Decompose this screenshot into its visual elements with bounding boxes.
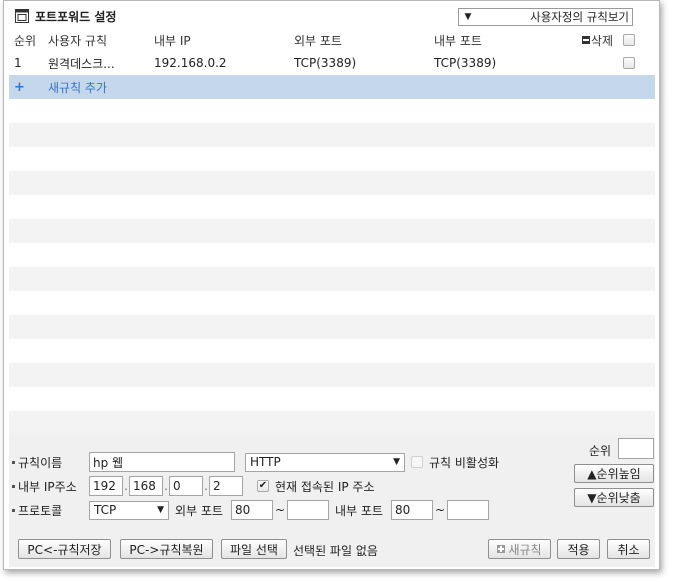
col-rule-header: 사용자 규칙 xyxy=(48,33,108,48)
protocol-label: 프로토콜 xyxy=(18,503,63,518)
external-port-to-input[interactable] xyxy=(287,500,329,520)
lower-order-button[interactable]: ▼순위낮춤 xyxy=(574,488,654,507)
title-bar: 포트포워드 설정 ▼ 사용자정의 규칙보기 xyxy=(9,5,655,27)
row-inner-ip: 192.168.0.2 xyxy=(154,56,227,70)
internal-port-from-input[interactable] xyxy=(391,500,433,520)
ip-octet-3-input[interactable] xyxy=(169,476,203,496)
add-rule-row[interactable]: + 새규칙 추가 xyxy=(9,75,655,99)
bullet-icon xyxy=(12,508,15,512)
save-to-pc-button[interactable]: PC<-규칙저장 xyxy=(18,539,111,559)
rule-name-row: 규칙이름 HTTP ▼ 규칙 비활성화 xyxy=(9,452,499,472)
bullet-icon xyxy=(12,484,15,488)
add-icon: + xyxy=(14,79,25,95)
delete-label: 삭제 xyxy=(590,33,613,48)
window-icon xyxy=(15,9,29,23)
external-port-from-input[interactable] xyxy=(231,500,273,520)
empty-row xyxy=(9,243,655,267)
page-title: 포트포워드 설정 xyxy=(35,9,117,24)
row-delete-checkbox[interactable] xyxy=(623,57,635,69)
dropdown-arrow-icon: ▼ xyxy=(464,12,472,22)
ip-octet-2-input[interactable] xyxy=(129,476,163,496)
raise-order-button[interactable]: ▲순위높임 xyxy=(574,464,654,483)
rule-edit-form: 규칙이름 HTTP ▼ 규칙 비활성화 내부 IP주소 . . . xyxy=(9,434,655,567)
rule-view-select[interactable]: ▼ 사용자정의 규칙보기 xyxy=(458,8,633,26)
service-select[interactable]: HTTP ▼ xyxy=(245,452,405,472)
dropdown-arrow-icon: ▼ xyxy=(157,505,164,515)
col-inner-ip-header: 내부 IP xyxy=(154,33,191,48)
port-forward-panel: 포트포워드 설정 ▼ 사용자정의 규칙보기 순위 사용자 규칙 내부 IP 외부… xyxy=(3,0,660,570)
add-rule-label: 새규칙 추가 xyxy=(48,80,108,95)
internal-port-to-input[interactable] xyxy=(447,500,489,520)
order-input[interactable] xyxy=(618,438,654,459)
empty-row xyxy=(9,363,655,387)
protocol-select[interactable]: TCP ▼ xyxy=(89,500,169,520)
empty-row xyxy=(9,411,655,434)
list-header: 순위 사용자 규칙 내부 IP 외부 포트 내부 포트 삭제 xyxy=(9,29,655,51)
empty-row xyxy=(9,291,655,315)
row-order: 1 xyxy=(14,56,22,70)
rule-name-input[interactable] xyxy=(89,452,235,472)
row-rule: 원격데스크... xyxy=(48,56,115,71)
current-ip-label: 현재 접속된 IP 주소 xyxy=(275,479,375,494)
ip-octet-1-input[interactable] xyxy=(89,476,123,496)
col-order-header: 순위 xyxy=(14,33,37,48)
empty-row xyxy=(9,315,655,339)
empty-row xyxy=(9,219,655,243)
add-rule-icon xyxy=(497,545,506,553)
row-external-port: TCP(3389) xyxy=(294,56,357,70)
col-external-port-header: 외부 포트 xyxy=(294,33,342,48)
table-row[interactable]: 1 원격데스크... 192.168.0.2 TCP(3389) TCP(338… xyxy=(9,51,655,75)
protocol-select-value: TCP xyxy=(94,503,117,517)
row-internal-port: TCP(3389) xyxy=(434,56,497,70)
select-all-checkbox[interactable] xyxy=(623,34,635,46)
empty-row xyxy=(9,171,655,195)
rule-list: 순위 사용자 규칙 내부 IP 외부 포트 내부 포트 삭제 1 원격데스크..… xyxy=(9,29,655,434)
new-rule-label: 새규칙 xyxy=(508,542,542,557)
order-label: 순위 xyxy=(589,444,612,458)
file-status: 선택된 파일 없음 xyxy=(293,544,378,558)
empty-row xyxy=(9,147,655,171)
empty-row xyxy=(9,99,655,123)
rule-name-label: 규칙이름 xyxy=(18,455,63,470)
service-select-value: HTTP xyxy=(250,455,281,469)
empty-row xyxy=(9,123,655,147)
file-select-button[interactable]: 파일 선택 xyxy=(221,539,287,559)
delete-minus-icon xyxy=(581,36,590,44)
empty-row xyxy=(9,339,655,363)
row-delete-cell xyxy=(561,57,655,69)
inner-ip-row: 내부 IP주소 . . . ✔ 현재 접속된 IP 주소 xyxy=(9,476,375,496)
empty-row xyxy=(9,267,655,291)
col-internal-port-header: 내부 포트 xyxy=(434,33,482,48)
inner-ip-label: 내부 IP주소 xyxy=(18,479,77,494)
range-tilde: ~ xyxy=(434,503,446,517)
new-rule-button[interactable]: 새규칙 xyxy=(488,539,551,559)
bullet-icon xyxy=(12,460,15,464)
dropdown-arrow-icon: ▼ xyxy=(393,457,400,467)
range-tilde: ~ xyxy=(274,503,286,517)
empty-row xyxy=(9,195,655,219)
disable-rule-label: 규칙 비활성화 xyxy=(429,455,500,470)
apply-button[interactable]: 적용 xyxy=(557,539,600,559)
rule-view-value: 사용자정의 규칙보기 xyxy=(530,10,629,24)
empty-row xyxy=(9,387,655,411)
disable-rule-checkbox[interactable] xyxy=(411,456,423,468)
internal-port-label: 내부 포트 xyxy=(335,503,383,518)
protocol-row: 프로토콜 TCP ▼ 외부 포트 ~ 내부 포트 ~ xyxy=(9,500,489,520)
ip-octet-4-input[interactable] xyxy=(209,476,243,496)
col-delete-header: 삭제 xyxy=(561,32,655,49)
external-port-label: 외부 포트 xyxy=(175,503,223,518)
current-ip-checkbox[interactable]: ✔ xyxy=(257,480,269,492)
restore-from-pc-button[interactable]: PC->규칙복원 xyxy=(120,539,213,559)
cancel-button[interactable]: 취소 xyxy=(607,539,650,559)
